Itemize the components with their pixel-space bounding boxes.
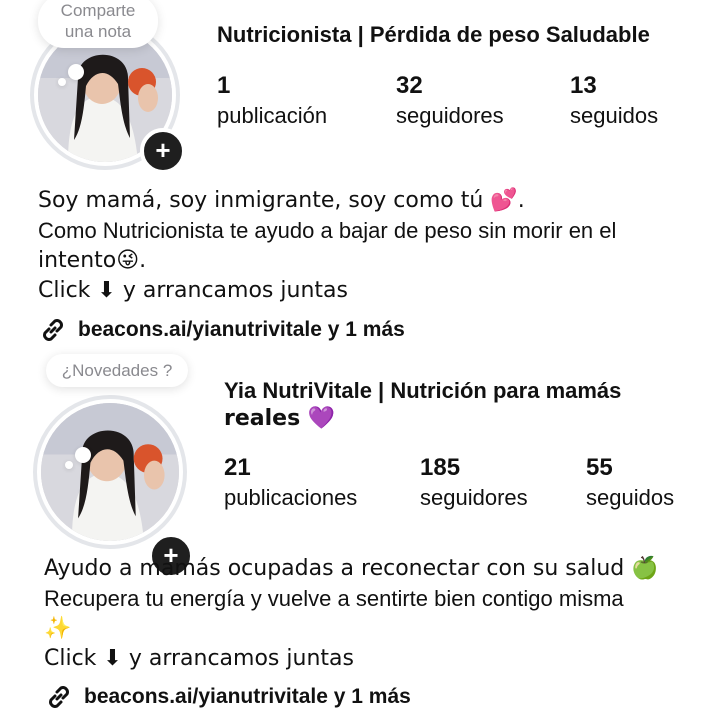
bio-line: intento😜. <box>38 248 147 273</box>
note-bubble-tail-small <box>58 78 66 86</box>
stat-posts[interactable]: 21 publicaciones <box>224 454 357 512</box>
bio-link-text: beacons.ai/yianutrivitale y 1 más <box>78 318 405 341</box>
stat-posts-label: publicación <box>217 103 328 128</box>
note-bubble-tail-small <box>65 461 73 469</box>
stat-posts-label: publicaciones <box>224 485 358 510</box>
bio-line: Ayudo a mamás ocupadas a reconectar con … <box>44 556 659 581</box>
stat-followers-count: 185 <box>420 454 461 481</box>
avatar-photo <box>41 403 179 541</box>
bio-line: Click ⬇ y arrancamos juntas <box>38 278 348 303</box>
stat-following[interactable]: 13 seguidos <box>570 72 658 130</box>
note-bubble[interactable]: Comparte una nota <box>38 0 158 48</box>
note-bubble-tail <box>75 447 91 463</box>
profile-header-1: + Comparte una nota Nutricionista | Pérd… <box>0 0 720 350</box>
profile-name-line: Yia NutriVitale | Nutrición para mamás <box>224 378 622 403</box>
profile-header-2: + ¿Novedades ? Yia NutriVitale | Nutrici… <box>0 354 720 720</box>
stat-followers-count: 32 <box>396 72 423 99</box>
plus-icon: + <box>155 135 171 165</box>
bio: Soy mamá, soy inmigrante, soy como tú 💕.… <box>38 186 616 306</box>
stat-followers-label: seguidores <box>396 103 504 128</box>
note-text: ¿Novedades ? <box>61 361 173 380</box>
stat-posts[interactable]: 1 publicación <box>217 72 327 130</box>
stat-followers-label: seguidores <box>420 485 528 510</box>
avatar[interactable] <box>41 403 179 541</box>
bio-line: Recupera tu energía y vuelve a sentirte … <box>44 586 624 611</box>
profile-name: Nutricionista | Pérdida de peso Saludabl… <box>217 22 650 47</box>
bio-line: Soy mamá, soy inmigrante, soy como tú 💕. <box>38 188 525 213</box>
stat-following-count: 13 <box>570 72 597 99</box>
profile-name: Yia NutriVitale | Nutrición para mamás r… <box>224 377 621 433</box>
profile-name-line: reales 💜 <box>224 406 336 431</box>
bio-line: Como Nutricionista te ayudo a bajar de p… <box>38 218 617 243</box>
link-chain-icon <box>49 686 69 708</box>
stat-followers[interactable]: 32 seguidores <box>396 72 504 130</box>
stat-following-label: seguidos <box>570 103 659 128</box>
stat-following-label: seguidos <box>586 485 675 510</box>
stat-posts-count: 1 <box>217 72 231 99</box>
stat-following[interactable]: 55 seguidos <box>586 454 674 512</box>
bio-link[interactable]: beacons.ai/yianutrivitale y 1 más <box>44 682 411 712</box>
note-text: Comparte una nota <box>60 1 136 41</box>
bio-line: Click ⬇ y arrancamos juntas <box>44 646 354 671</box>
bio-link-text: beacons.ai/yianutrivitale y 1 más <box>84 685 411 708</box>
bio-link[interactable]: beacons.ai/yianutrivitale y 1 más <box>38 315 405 345</box>
stat-posts-count: 21 <box>224 454 251 481</box>
note-bubble-tail <box>68 64 84 80</box>
stat-following-count: 55 <box>586 454 613 481</box>
bio-line: ✨ <box>44 616 72 641</box>
bio: Ayudo a mamás ocupadas a reconectar con … <box>44 554 659 674</box>
note-bubble[interactable]: ¿Novedades ? <box>46 354 188 387</box>
stat-followers[interactable]: 185 seguidores <box>420 454 528 512</box>
add-story-button[interactable]: + <box>140 128 186 174</box>
link-chain-icon <box>43 319 63 341</box>
